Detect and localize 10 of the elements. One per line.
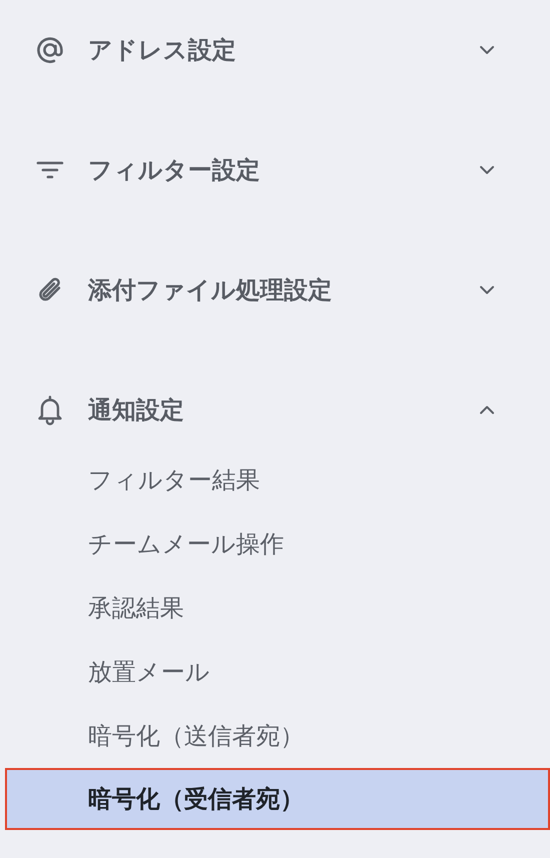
menu-item[interactable]: 放置メール (5, 640, 550, 704)
section-header[interactable]: フィルター設定 (0, 142, 550, 198)
menu-item[interactable]: 暗号化（送信者宛） (5, 704, 550, 768)
section-header[interactable]: アドレス設定 (0, 22, 550, 78)
menu-item[interactable]: 暗号化（受信者宛） (5, 768, 550, 830)
menu-item[interactable]: フィルター結果 (5, 448, 550, 512)
section-header[interactable]: 通知設定 (0, 382, 550, 438)
menu-item[interactable]: チームメール操作 (5, 512, 550, 576)
section-header[interactable]: 添付ファイル処理設定 (0, 262, 550, 318)
menu-item[interactable]: 承認結果 (5, 576, 550, 640)
